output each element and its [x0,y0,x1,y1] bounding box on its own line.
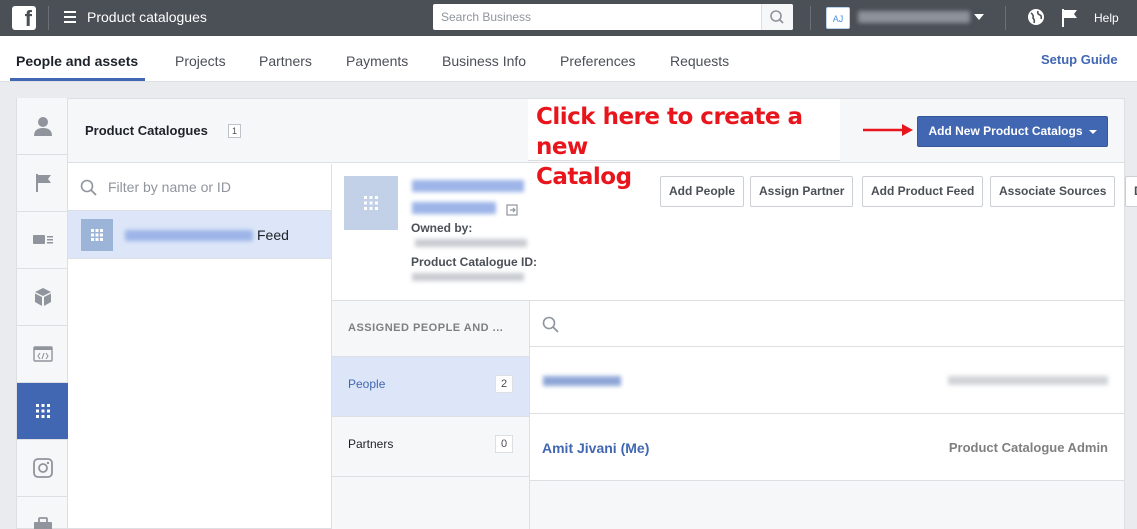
app-title[interactable]: Product catalogues [87,9,207,25]
subnav-item-label: Partners [348,437,394,451]
tab-preferences[interactable]: Preferences [560,53,635,69]
filter-row [68,164,331,211]
add-new-catalog-button[interactable]: Add New Product Catalogs [917,116,1108,147]
open-external-icon[interactable] [506,204,518,216]
annotation-callout: Click here to create a new Catalog [528,99,840,190]
rail-item-catalogues[interactable] [17,383,68,440]
assign-partner-button[interactable]: Assign Partner [750,176,854,207]
people-search-row [530,301,1124,347]
business-name-redacted[interactable] [858,11,970,23]
person-icon [33,117,52,136]
tab-partners[interactable]: Partners [259,53,312,69]
assigned-header: ASSIGNED PEOPLE AND ... [332,301,529,357]
tab-payments[interactable]: Payments [346,53,408,69]
rail-item-pixels[interactable] [17,326,68,383]
subnav-item-people[interactable]: People 2 [332,357,529,417]
search-icon [80,179,97,196]
person-name-redacted[interactable] [543,376,621,386]
avatar[interactable]: AJ [826,7,850,29]
divider [48,6,49,30]
catalogue-detail-header: Owned by: Product Catalogue ID: Add Peop… [332,164,1137,301]
filter-input[interactable] [108,176,318,198]
rail-item-apps[interactable] [17,269,68,326]
subnav-item-partners[interactable]: Partners 0 [332,417,529,477]
subnav-item-label: People [348,377,386,391]
tab-business-info[interactable]: Business Info [442,53,526,69]
table-row[interactable] [530,347,1124,414]
catalogue-list: Feed [68,164,332,529]
panel-title: Product Catalogues [85,123,208,138]
person-name[interactable]: Amit Jivani (Me) [542,440,649,456]
rail-item-instagram[interactable] [17,440,68,497]
flag-icon [35,174,51,192]
catalogue-id-label: Product Catalogue ID: [411,255,538,269]
divider [810,6,811,30]
associate-sources-button[interactable]: Associate Sources [990,176,1116,207]
globe-icon[interactable] [1026,7,1046,27]
code-icon [32,346,53,362]
person-role: Product Catalogue Admin [948,440,1108,455]
add-product-feed-button[interactable]: Add Product Feed [862,176,984,207]
search-box [433,4,793,30]
add-people-button[interactable]: Add People [660,176,745,207]
catalogue-title-redacted [412,180,524,192]
add-new-catalog-label: Add New Product Catalogs [928,124,1083,138]
help-link[interactable]: Help [1094,11,1119,25]
tab-people-and-assets[interactable]: People and assets [16,53,138,69]
chevron-down-icon [1088,129,1097,134]
catalogue-title-redacted [412,202,496,214]
tab-projects[interactable]: Projects [175,53,226,69]
flag-icon[interactable] [1060,7,1080,29]
rail-item-people[interactable] [17,98,68,155]
delete-button[interactable]: Delete [1125,176,1137,207]
top-bar: f Product catalogues AJ Help [0,0,1137,36]
tab-requests[interactable]: Requests [670,53,729,69]
list-item[interactable]: Feed [68,211,331,259]
catalogues-panel: Product Catalogues 1 Click here to creat… [68,98,1137,529]
table-row[interactable]: Amit Jivani (Me) Product Catalogue Admin [530,414,1124,481]
grid-icon [35,404,50,418]
facebook-logo-icon[interactable]: f [12,6,36,30]
divider [1005,6,1006,30]
panel-header: Product Catalogues 1 Click here to creat… [68,99,1124,190]
person-role-redacted [948,376,1108,385]
main-nav: People and assets Projects Partners Paym… [0,36,1137,82]
cube-icon [34,288,51,306]
catalogue-thumbnail [81,219,113,251]
catalogue-name-redacted [125,230,253,241]
owner-name-redacted [415,239,527,247]
rail-item-pages[interactable] [17,155,68,212]
search-input[interactable] [433,4,761,30]
active-tab-indicator [10,78,145,81]
partners-count-badge: 0 [495,435,513,453]
people-count-badge: 2 [495,375,513,393]
search-icon [770,10,784,24]
grid-icon [91,229,103,241]
catalogue-id-redacted [412,273,524,281]
ad-account-icon [32,235,53,244]
search-icon [542,316,559,333]
chevron-down-icon[interactable] [974,14,984,20]
briefcase-icon [33,517,52,529]
search-button[interactable] [761,4,793,30]
instagram-icon [32,458,53,478]
annotation-line-1: Click here to create a new [536,104,803,160]
grid-icon [364,196,378,210]
catalogue-large-thumbnail [344,176,398,230]
menu-icon[interactable] [64,11,76,23]
setup-guide-link[interactable]: Setup Guide [1041,52,1118,67]
catalogue-count-badge: 1 [228,124,242,138]
assigned-subnav: ASSIGNED PEOPLE AND ... People 2 Partner… [332,301,530,529]
rail-item-business-assets[interactable] [17,497,68,529]
people-search-input[interactable] [564,313,1104,335]
rail-item-ad-accounts[interactable] [17,212,68,269]
arrow-right-icon [863,124,913,136]
people-list: Amit Jivani (Me) Product Catalogue Admin [530,301,1124,529]
asset-type-rail [16,98,68,529]
owned-by-label: Owned by: [411,221,473,235]
catalogue-name-suffix: Feed [257,227,289,243]
